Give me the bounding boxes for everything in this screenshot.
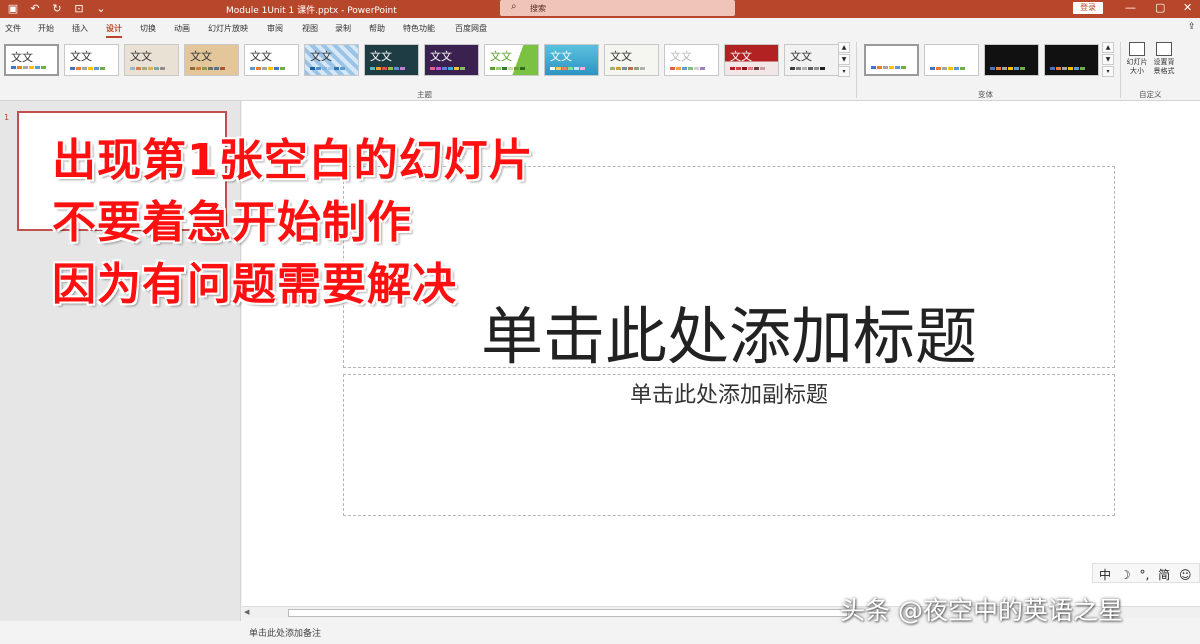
search-box[interactable]: ⌕ 搜索: [500, 0, 735, 16]
tab-file[interactable]: 文件: [5, 23, 21, 34]
theme-thumbnail[interactable]: 文文: [184, 44, 239, 76]
slide-number: 1: [4, 113, 10, 122]
theme-thumbnail[interactable]: 文文: [364, 44, 419, 76]
tab-home[interactable]: 开始: [38, 23, 54, 34]
scroll-up-icon[interactable]: ▲: [1102, 42, 1114, 53]
slide-size-icon: [1129, 42, 1145, 56]
format-background-icon: [1156, 42, 1172, 56]
variant-thumbnail[interactable]: [1044, 44, 1099, 76]
annotation-line-2: 不要着急开始制作: [52, 197, 412, 248]
tab-animations[interactable]: 动画: [174, 23, 190, 34]
theme-thumbnail[interactable]: 文文: [244, 44, 299, 76]
format-background-button[interactable]: 设置背景格式: [1151, 42, 1177, 76]
title-bar: ▣ ↶ ↻ ⊡ ⌄ Module 1Unit 1 课件.pptx - Power…: [0, 0, 1200, 18]
scroll-left-icon[interactable]: ◀: [244, 608, 249, 616]
theme-thumbnail[interactable]: 文文: [664, 44, 719, 76]
simplified-toggle[interactable]: 简: [1158, 568, 1170, 582]
theme-thumbnail[interactable]: 文文: [304, 44, 359, 76]
subtitle-placeholder-text[interactable]: 单击此处添加副标题: [343, 377, 1115, 409]
theme-thumbnail[interactable]: 文文: [724, 44, 779, 76]
theme-thumbnail[interactable]: 文文: [604, 44, 659, 76]
ime-mode-indicator[interactable]: 中: [1099, 568, 1111, 582]
tab-features[interactable]: 特色功能: [403, 23, 435, 34]
theme-thumbnail[interactable]: 文文: [484, 44, 539, 76]
scrollbar-thumb[interactable]: [288, 609, 848, 617]
theme-thumbnail[interactable]: 文文: [4, 44, 59, 76]
customize-group-label: 自定义: [1139, 90, 1162, 99]
group-separator: [1120, 42, 1121, 98]
tab-transitions[interactable]: 切换: [140, 23, 156, 34]
theme-thumbnail[interactable]: 文文: [544, 44, 599, 76]
watermark: 头条 @夜空中的英语之星: [840, 596, 1123, 625]
theme-thumbnail[interactable]: 文文: [784, 44, 839, 76]
variant-thumbnail[interactable]: [864, 44, 919, 76]
design-ribbon: 文文 文文 文文 文文 文文 文文 文文 文文 文文 文文 文文 文文 文文 文…: [0, 38, 1200, 101]
theme-thumbnail[interactable]: 文文: [424, 44, 479, 76]
tab-help[interactable]: 帮助: [369, 23, 385, 34]
minimize-button[interactable]: —: [1125, 1, 1136, 14]
emoji-icon[interactable]: ☺: [1179, 568, 1192, 582]
tab-slideshow[interactable]: 幻灯片放映: [208, 23, 248, 34]
variant-gallery-scroll[interactable]: ▲ ▼ ▾: [1102, 42, 1114, 78]
search-placeholder: 搜索: [530, 4, 546, 13]
tab-baidu-netdisk[interactable]: 百度网盘: [455, 23, 487, 34]
save-icon[interactable]: ▣: [6, 2, 20, 15]
title-placeholder-text[interactable]: 单击此处添加标题: [343, 286, 1115, 376]
tab-insert[interactable]: 插入: [72, 23, 88, 34]
tab-design[interactable]: 设计: [106, 23, 122, 38]
quick-access-toolbar: ▣ ↶ ↻ ⊡ ⌄: [6, 2, 108, 15]
restore-button[interactable]: ▢: [1155, 1, 1165, 14]
annotation-line-1: 出现第1张空白的幻灯片: [52, 135, 534, 186]
scroll-down-icon[interactable]: ▼: [838, 54, 850, 65]
customize-qat-icon[interactable]: ⌄: [94, 2, 108, 15]
tab-review[interactable]: 审阅: [267, 23, 283, 34]
variant-thumbnail[interactable]: [924, 44, 979, 76]
theme-gallery-scroll[interactable]: ▲ ▼ ▾: [838, 42, 850, 78]
present-icon[interactable]: ⊡: [72, 2, 86, 15]
share-icon[interactable]: ⇪: [1188, 22, 1196, 32]
tab-record[interactable]: 录制: [335, 23, 351, 34]
moon-icon[interactable]: ☽: [1120, 568, 1131, 582]
ime-toolbar[interactable]: 中 ☽ °, 简 ☺: [1092, 563, 1200, 583]
variants-group-label: 变体: [978, 90, 993, 99]
annotation-line-3: 因为有问题需要解决: [52, 259, 457, 310]
tab-view[interactable]: 视图: [302, 23, 318, 34]
undo-icon[interactable]: ↶: [28, 2, 42, 15]
slide-size-button[interactable]: 幻灯片大小: [1124, 42, 1150, 76]
themes-group-label: 主题: [417, 90, 432, 99]
theme-thumbnail[interactable]: 文文: [64, 44, 119, 76]
group-separator: [856, 42, 857, 98]
close-button[interactable]: ✕: [1183, 1, 1192, 14]
variant-thumbnail[interactable]: [984, 44, 1039, 76]
scroll-up-icon[interactable]: ▲: [838, 42, 850, 53]
search-icon: ⌕: [511, 1, 517, 12]
document-title: Module 1Unit 1 课件.pptx - PowerPoint: [226, 6, 397, 16]
scroll-down-icon[interactable]: ▼: [1102, 54, 1114, 65]
punctuation-toggle[interactable]: °,: [1139, 568, 1149, 582]
ribbon-tabs: 文件 开始 插入 设计 切换 动画 幻灯片放映 审阅 视图 录制 帮助 特色功能…: [0, 18, 1200, 38]
notes-placeholder[interactable]: 单击此处添加备注: [249, 626, 321, 639]
expand-gallery-icon[interactable]: ▾: [838, 66, 850, 77]
redo-icon[interactable]: ↻: [50, 2, 64, 15]
login-button[interactable]: 登录: [1073, 2, 1103, 14]
theme-thumbnail[interactable]: 文文: [124, 44, 179, 76]
expand-gallery-icon[interactable]: ▾: [1102, 66, 1114, 77]
